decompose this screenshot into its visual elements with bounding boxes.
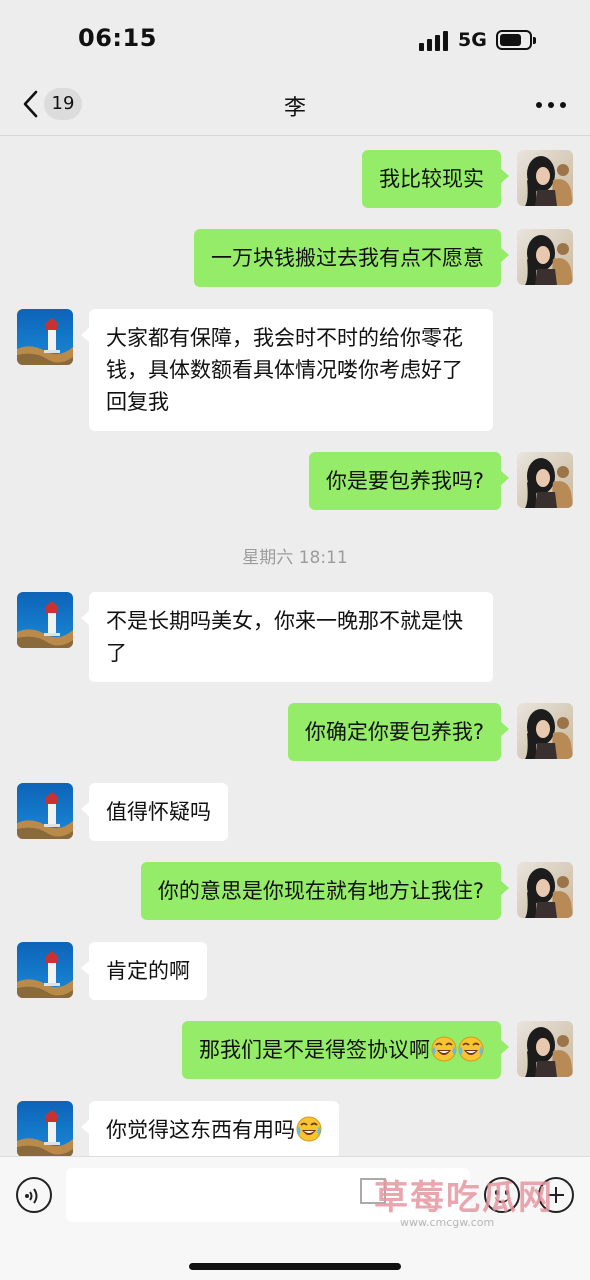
my-avatar[interactable] [517, 229, 573, 285]
message-bubble[interactable]: 你的意思是你现在就有地方让我住? [140, 862, 510, 920]
home-indicator [189, 1263, 401, 1270]
message-text: 值得怀疑吗 [106, 800, 211, 824]
message-text: 你确定你要包养我? [304, 720, 484, 744]
watermark-text: 草莓吃瓜网 [374, 1178, 554, 1218]
message-bubble[interactable]: 肯定的啊 [81, 942, 207, 1000]
signal-icon [419, 31, 449, 51]
status-time: 06:15 [78, 24, 157, 52]
message-text: 肯定的啊 [106, 959, 190, 983]
message-bubble[interactable]: 一万块钱搬过去我有点不愿意 [194, 229, 509, 287]
message-bubble[interactable]: 值得怀疑吗 [81, 783, 228, 841]
voice-icon[interactable] [16, 1177, 52, 1213]
status-bar: 06:15 5G [0, 0, 590, 78]
my-avatar[interactable] [517, 150, 573, 206]
contact-avatar[interactable] [17, 1101, 73, 1157]
message-bubble[interactable]: 不是长期吗美女，你来一晚那不就是快了 [81, 592, 493, 682]
chat-title: 李 [283, 96, 306, 121]
watermark: 草莓吃瓜网 www.cmcgw.com [360, 1170, 582, 1236]
contact-avatar[interactable] [17, 942, 73, 998]
watermark-url: www.cmcgw.com [400, 1216, 495, 1229]
message-text: 你是要包养我吗? [325, 469, 484, 493]
contact-avatar[interactable] [17, 592, 73, 648]
chat-header: 19 李 [0, 78, 590, 136]
chat-timestamp: 星期六 18:11 [242, 548, 348, 568]
message-text: 那我们是不是得签协议啊 [199, 1038, 430, 1062]
my-avatar[interactable] [517, 862, 573, 918]
message-bubble[interactable]: 我比较现实 [362, 150, 509, 208]
network-type: 5G [458, 29, 487, 51]
message-bubble[interactable]: 那我们是不是得签协议啊 [182, 1021, 509, 1079]
message-bubble[interactable]: 大家都有保障，我会时不时的给你零花钱，具体数额看具体情况喽你考虑好了回复我 [81, 309, 493, 431]
laughing-crying-emoji-icon [458, 1036, 484, 1062]
my-avatar[interactable] [517, 452, 573, 508]
message-bubble[interactable]: 你确定你要包养我? [287, 703, 510, 761]
my-avatar[interactable] [517, 1021, 573, 1077]
contact-avatar[interactable] [17, 783, 73, 839]
message-bubble[interactable]: 你是要包养我吗? [308, 452, 510, 510]
message-text: 你觉得这东西有用吗 [106, 1118, 295, 1142]
my-avatar[interactable] [517, 703, 573, 759]
message-text: 你的意思是你现在就有地方让我住? [157, 879, 484, 903]
contact-avatar[interactable] [17, 309, 73, 365]
battery-icon [496, 30, 536, 50]
message-text: 不是长期吗美女，你来一晚那不就是快了 [106, 609, 463, 665]
more-dots-icon[interactable] [536, 102, 566, 108]
message-bubble[interactable]: 你觉得这东西有用吗 [81, 1101, 339, 1159]
message-text: 大家都有保障，我会时不时的给你零花钱，具体数额看具体情况喽你考虑好了回复我 [106, 326, 463, 414]
laughing-crying-emoji-icon [431, 1036, 457, 1062]
laughing-crying-emoji-icon [296, 1116, 322, 1142]
message-text: 一万块钱搬过去我有点不愿意 [211, 246, 484, 270]
header-divider [0, 135, 590, 136]
message-text: 我比较现实 [379, 167, 484, 191]
